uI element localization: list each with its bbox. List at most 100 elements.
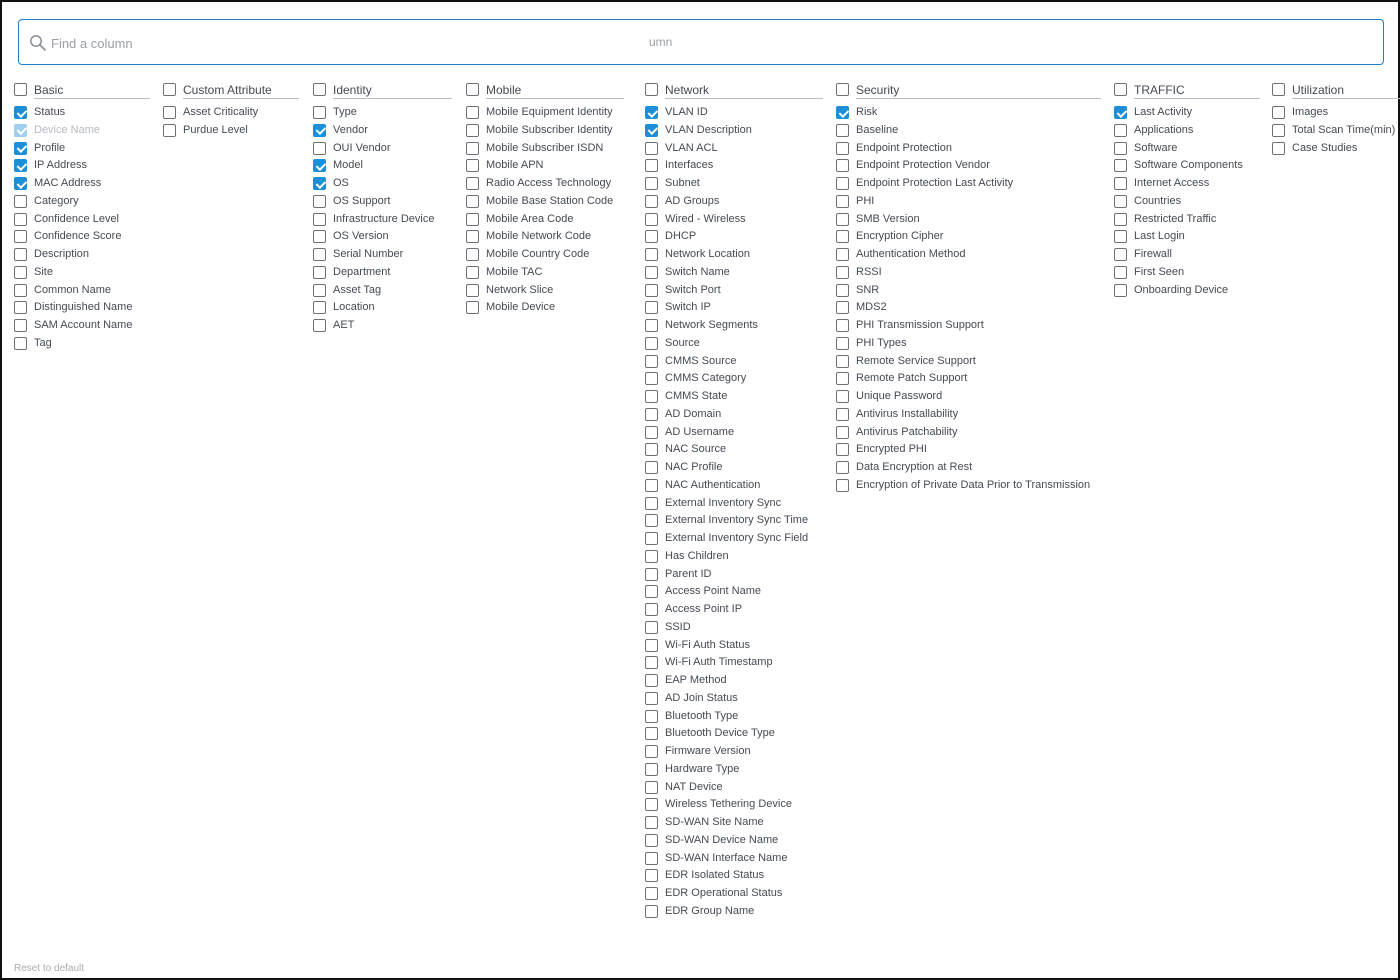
column-checkbox[interactable] — [645, 549, 658, 563]
column-checkbox[interactable] — [313, 230, 326, 244]
column-search-box[interactable]: umn — [18, 19, 1384, 65]
column-checkbox[interactable] — [14, 283, 27, 297]
column-checkbox[interactable] — [836, 425, 849, 439]
column-checkbox[interactable] — [14, 106, 27, 119]
group-checkbox[interactable] — [466, 83, 479, 96]
column-checkbox[interactable] — [14, 301, 27, 315]
column-checkbox[interactable] — [1114, 194, 1127, 208]
column-checkbox[interactable] — [645, 674, 658, 687]
column-checkbox[interactable] — [313, 283, 326, 297]
column-checkbox[interactable] — [645, 372, 658, 386]
column-checkbox[interactable] — [14, 319, 27, 332]
column-checkbox[interactable] — [645, 709, 658, 723]
column-checkbox[interactable] — [645, 585, 658, 599]
column-checkbox[interactable] — [645, 762, 658, 776]
column-checkbox[interactable] — [1114, 265, 1127, 279]
column-checkbox[interactable] — [1114, 123, 1127, 137]
column-checkbox[interactable] — [466, 301, 479, 315]
column-checkbox[interactable] — [163, 123, 176, 137]
column-checkbox[interactable] — [836, 354, 849, 368]
column-checkbox[interactable] — [836, 461, 849, 474]
group-checkbox[interactable] — [313, 83, 326, 96]
column-checkbox[interactable] — [645, 443, 658, 457]
column-checkbox[interactable] — [836, 212, 849, 226]
column-checkbox[interactable] — [645, 816, 658, 829]
group-checkbox[interactable] — [163, 83, 176, 96]
group-checkbox[interactable] — [1272, 83, 1285, 96]
column-checkbox[interactable] — [645, 425, 658, 439]
column-checkbox[interactable] — [313, 265, 326, 279]
column-checkbox[interactable] — [313, 123, 326, 137]
column-checkbox[interactable] — [1114, 106, 1127, 119]
column-checkbox[interactable] — [645, 478, 658, 492]
column-checkbox[interactable] — [14, 141, 27, 155]
column-checkbox[interactable] — [836, 336, 849, 350]
column-checkbox[interactable] — [313, 159, 326, 173]
column-checkbox[interactable] — [645, 780, 658, 794]
column-checkbox[interactable] — [645, 319, 658, 332]
column-checkbox[interactable] — [645, 301, 658, 315]
column-checkbox[interactable] — [645, 248, 658, 261]
column-checkbox[interactable] — [466, 265, 479, 279]
column-checkbox[interactable] — [1272, 123, 1285, 137]
column-checkbox[interactable] — [645, 230, 658, 244]
column-checkbox[interactable] — [645, 212, 658, 226]
column-checkbox[interactable] — [466, 177, 479, 190]
column-checkbox[interactable] — [645, 141, 658, 155]
column-checkbox[interactable] — [645, 567, 658, 581]
column-checkbox[interactable] — [836, 194, 849, 208]
group-checkbox[interactable] — [1114, 83, 1127, 96]
search-input[interactable] — [49, 30, 1373, 56]
column-checkbox[interactable] — [1114, 141, 1127, 155]
column-checkbox[interactable] — [163, 106, 176, 119]
column-checkbox[interactable] — [313, 106, 326, 119]
column-checkbox[interactable] — [645, 194, 658, 208]
column-checkbox[interactable] — [645, 532, 658, 545]
column-checkbox[interactable] — [645, 461, 658, 474]
column-checkbox[interactable] — [313, 212, 326, 226]
column-checkbox[interactable] — [836, 301, 849, 315]
column-checkbox[interactable] — [313, 319, 326, 332]
column-checkbox[interactable] — [645, 851, 658, 865]
column-checkbox[interactable] — [313, 194, 326, 208]
column-checkbox[interactable] — [645, 798, 658, 812]
column-checkbox[interactable] — [836, 265, 849, 279]
group-checkbox[interactable] — [836, 83, 849, 96]
column-checkbox[interactable] — [466, 123, 479, 137]
column-checkbox[interactable] — [1114, 230, 1127, 244]
column-checkbox[interactable] — [1114, 283, 1127, 297]
column-checkbox[interactable] — [836, 248, 849, 261]
column-checkbox[interactable] — [14, 212, 27, 226]
column-checkbox[interactable] — [466, 230, 479, 244]
column-checkbox[interactable] — [645, 390, 658, 403]
column-checkbox[interactable] — [14, 336, 27, 350]
column-checkbox[interactable] — [645, 904, 658, 918]
column-checkbox[interactable] — [645, 354, 658, 368]
column-checkbox[interactable] — [1114, 177, 1127, 190]
column-checkbox[interactable] — [645, 177, 658, 190]
group-checkbox[interactable] — [645, 83, 658, 96]
column-checkbox[interactable] — [466, 212, 479, 226]
column-checkbox[interactable] — [466, 248, 479, 261]
column-checkbox[interactable] — [1114, 159, 1127, 173]
column-checkbox[interactable] — [14, 194, 27, 208]
column-checkbox[interactable] — [645, 265, 658, 279]
column-checkbox[interactable] — [645, 407, 658, 421]
column-checkbox[interactable] — [645, 603, 658, 616]
column-checkbox[interactable] — [645, 656, 658, 670]
column-checkbox[interactable] — [836, 177, 849, 190]
column-checkbox[interactable] — [836, 390, 849, 403]
column-checkbox[interactable] — [1272, 106, 1285, 119]
group-checkbox[interactable] — [14, 83, 27, 96]
column-checkbox[interactable] — [645, 159, 658, 173]
column-checkbox[interactable] — [836, 443, 849, 457]
column-checkbox[interactable] — [645, 638, 658, 652]
column-checkbox[interactable] — [313, 248, 326, 261]
column-checkbox[interactable] — [836, 478, 849, 492]
column-checkbox[interactable] — [836, 230, 849, 244]
reset-to-default-button[interactable]: Reset to default — [14, 963, 84, 974]
column-checkbox[interactable] — [836, 407, 849, 421]
column-checkbox[interactable] — [836, 123, 849, 137]
column-checkbox[interactable] — [836, 106, 849, 119]
column-checkbox[interactable] — [645, 833, 658, 847]
